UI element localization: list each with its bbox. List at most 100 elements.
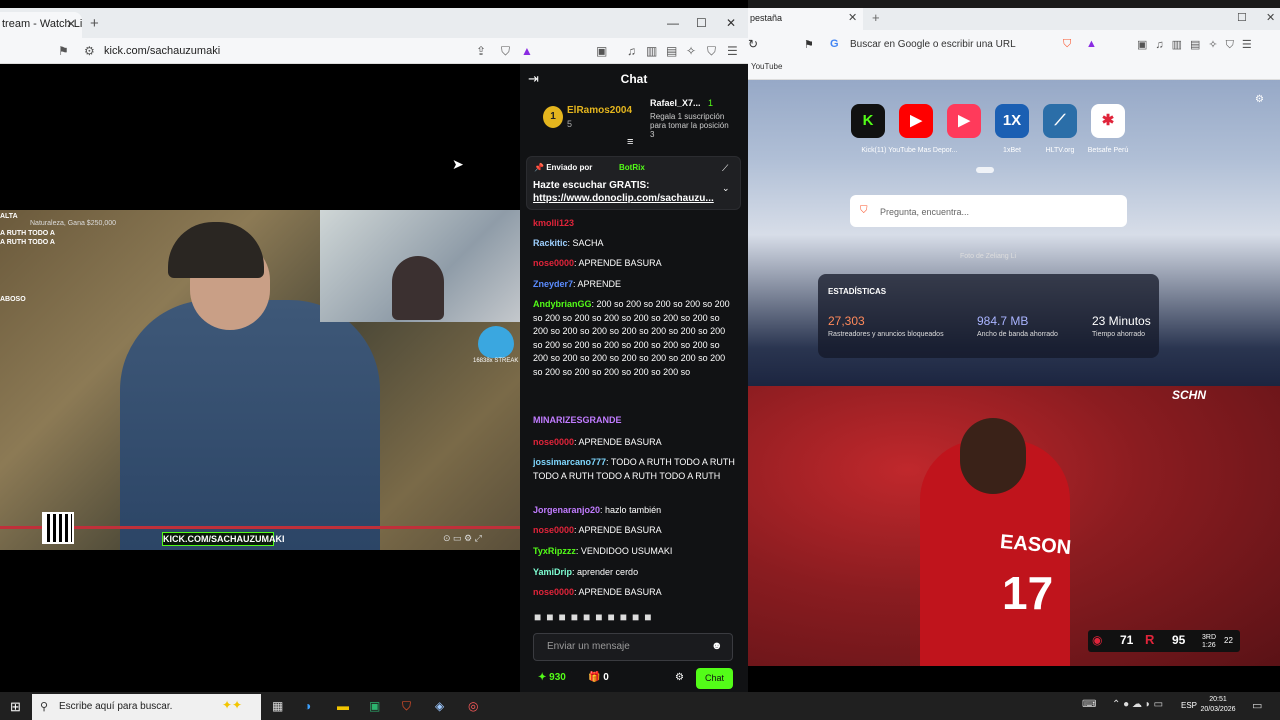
wallet-icon[interactable]: ▤ — [666, 44, 677, 58]
player-controls-icon[interactable]: ⊙ ▭ ⚙ ⤢ — [443, 533, 482, 544]
language-indicator[interactable]: ESP — [1181, 701, 1197, 710]
reload-icon[interactable]: ↻ — [748, 37, 758, 51]
chrome-icon[interactable]: ◎ — [468, 699, 478, 713]
pager-dots[interactable] — [976, 167, 994, 173]
game-period: 3RD 1:26 — [1202, 634, 1217, 649]
minimize-icon[interactable]: — — [667, 16, 679, 30]
chat-username[interactable]: jossimarcano777 — [533, 457, 606, 467]
keyboard-icon[interactable]: ⌨ — [1082, 699, 1096, 710]
chat-username[interactable]: kmolli123 — [533, 218, 574, 228]
chat-username[interactable]: YamiDrip — [533, 567, 572, 577]
emoji-icon[interactable]: ☻ — [711, 640, 723, 652]
leaderboard-name-1[interactable]: ElRamos2004 — [567, 105, 632, 116]
close-tab-icon[interactable]: ✕ — [66, 17, 76, 31]
chat-text: 200 so 200 so 200 so 200 so 200 so 200 s… — [533, 299, 730, 377]
expand-leaderboard-icon[interactable]: ≡ — [627, 136, 633, 148]
chat-text: APRENDE BASURA — [578, 587, 662, 597]
brave-shield-icon[interactable]: ⛉ — [1063, 38, 1071, 51]
maximize-icon[interactable]: ☐ — [1237, 11, 1247, 24]
chat-message: nose0000: APRENDE BASURA — [533, 525, 662, 535]
shortcut-tile[interactable]: K — [851, 104, 885, 138]
photo-credit[interactable]: Foto de Zeliang Li — [960, 253, 1016, 260]
pinned-link[interactable]: https://www.donoclip.com/sachauzu... — [533, 193, 714, 204]
chat-username[interactable]: MINARIZESGRANDE — [533, 415, 622, 425]
video-progress-bar[interactable] — [0, 526, 520, 529]
chat-username[interactable]: Jorgenaranjo20 — [533, 505, 600, 515]
gift-counter[interactable]: 🎁 0 — [588, 672, 609, 683]
chat-username[interactable]: Zneyder7 — [533, 279, 573, 289]
bookmark-icon[interactable]: ⚑ — [804, 38, 814, 51]
network-logo: SCHN — [1172, 388, 1207, 402]
chat-username[interactable]: nose0000 — [533, 258, 574, 268]
frog-emote — [478, 326, 514, 358]
bookmark-youtube[interactable]: YouTube — [751, 62, 782, 71]
stat-label: Rastreadores y anuncios bloqueados — [828, 331, 944, 338]
notification-icon[interactable]: ▭ — [1252, 699, 1262, 712]
sidebar-icon[interactable]: ▥ — [646, 44, 657, 58]
shortcut-tile[interactable]: ✱ — [1091, 104, 1125, 138]
chat-message: kmolli123 — [533, 217, 737, 231]
chat-send-button[interactable]: Chat — [696, 668, 733, 689]
task-view-icon[interactable]: ▦ — [272, 699, 283, 713]
settings-icon[interactable]: ⚙ — [1255, 94, 1264, 105]
chat-text: aprender cerdo — [577, 567, 639, 577]
leaderboard-name-2[interactable]: Rafael_X7... — [650, 98, 701, 108]
chat-text: APRENDE — [577, 279, 622, 289]
stats-title: ESTADÍSTICAS — [828, 287, 887, 296]
file-explorer-icon[interactable]: ▬ — [337, 699, 349, 713]
chat-username[interactable]: TyxRipzzz — [533, 546, 576, 556]
shortcut-tile[interactable]: 1X — [995, 104, 1029, 138]
chat-username[interactable]: nose0000 — [533, 587, 574, 597]
tray-icons[interactable]: ⌃ ● ☁ ◗ ▭ — [1112, 699, 1163, 710]
streak-label: 16838x STREAK — [473, 358, 519, 364]
clock[interactable]: 20:51 20/03/2026 — [1200, 695, 1236, 715]
media-icon[interactable]: ♫ — [627, 44, 636, 58]
shortcut-tile[interactable]: ⟋ — [1043, 104, 1077, 138]
reader-icon[interactable]: ▣ — [596, 44, 607, 58]
maximize-icon[interactable]: ☐ — [696, 16, 707, 30]
chat-username[interactable]: AndybrianGG — [533, 299, 592, 309]
share-icon[interactable]: ⇪ — [476, 44, 486, 58]
url-input[interactable]: kick.com/sachauzumaki — [104, 45, 220, 57]
windows-start-icon[interactable]: ⊞ — [10, 699, 21, 715]
site-info-icon[interactable]: ⚙ — [84, 44, 95, 58]
stat-value: 23 Minutos — [1092, 314, 1151, 328]
brave-shield-icon[interactable]: ⛉ — [501, 44, 510, 59]
right-bottom-bar — [748, 666, 1280, 692]
chat-username[interactable]: nose0000 — [533, 525, 574, 535]
shortcut-tile[interactable]: ▶ — [899, 104, 933, 138]
bookmark-icon[interactable]: ⚑ — [58, 44, 69, 58]
close-tab-icon[interactable]: ✕ — [848, 11, 857, 24]
vpn-icon[interactable]: ⛉ — [707, 44, 716, 59]
stat-value: 27,303 — [828, 314, 865, 328]
shortcut-tile[interactable]: ▶ — [947, 104, 981, 138]
steam-icon[interactable]: ◈ — [435, 699, 444, 713]
stat-label: Tiempo ahorrado — [1092, 331, 1146, 338]
pinned-title: Hazte escuchar GRATIS: — [533, 180, 650, 191]
unpin-icon[interactable]: ⟋ — [722, 163, 728, 174]
tab-new[interactable]: pestaña — [748, 8, 863, 30]
brave-rewards-icon[interactable]: ▲ — [521, 44, 533, 58]
new-tab-icon[interactable]: + — [872, 10, 880, 25]
stat-value: 984.7 MB — [977, 314, 1029, 328]
taskbar-search-placeholder: Escribe aquí para buscar. — [59, 701, 173, 712]
channel-points[interactable]: ✦ 930 — [538, 672, 566, 683]
close-window-icon[interactable]: ✕ — [726, 16, 736, 30]
chat-username[interactable]: Rackitic — [533, 238, 568, 248]
stat-label: Ancho de banda ahorrado — [977, 331, 1058, 338]
toolbar-icons[interactable]: ▣♫▥▤✧⛉☰ — [1137, 38, 1260, 52]
brave-rewards-icon[interactable]: ▲ — [1086, 38, 1097, 50]
copilot-icon[interactable]: ◑ — [304, 699, 311, 713]
brave-taskbar-icon[interactable]: ⛉ — [402, 699, 411, 714]
menu-icon[interactable]: ☰ — [727, 44, 738, 58]
close-window-icon[interactable]: ✕ — [1266, 11, 1275, 24]
chat-settings-icon[interactable]: ⚙ — [675, 672, 684, 683]
leo-icon[interactable]: ✧ — [686, 44, 696, 58]
chevron-down-icon[interactable]: ⌄ — [722, 183, 730, 194]
stream-goal-text: Naturaleza, Gana $250,000 — [30, 220, 117, 227]
omnibox[interactable]: Buscar en Google o escribir una URL — [850, 39, 1016, 50]
store-icon[interactable]: ▣ — [369, 699, 380, 713]
emote-bar[interactable]: ■■■■■■■■■■ — [534, 610, 656, 624]
chat-username[interactable]: nose0000 — [533, 437, 574, 447]
new-tab-icon[interactable]: + — [90, 15, 99, 32]
